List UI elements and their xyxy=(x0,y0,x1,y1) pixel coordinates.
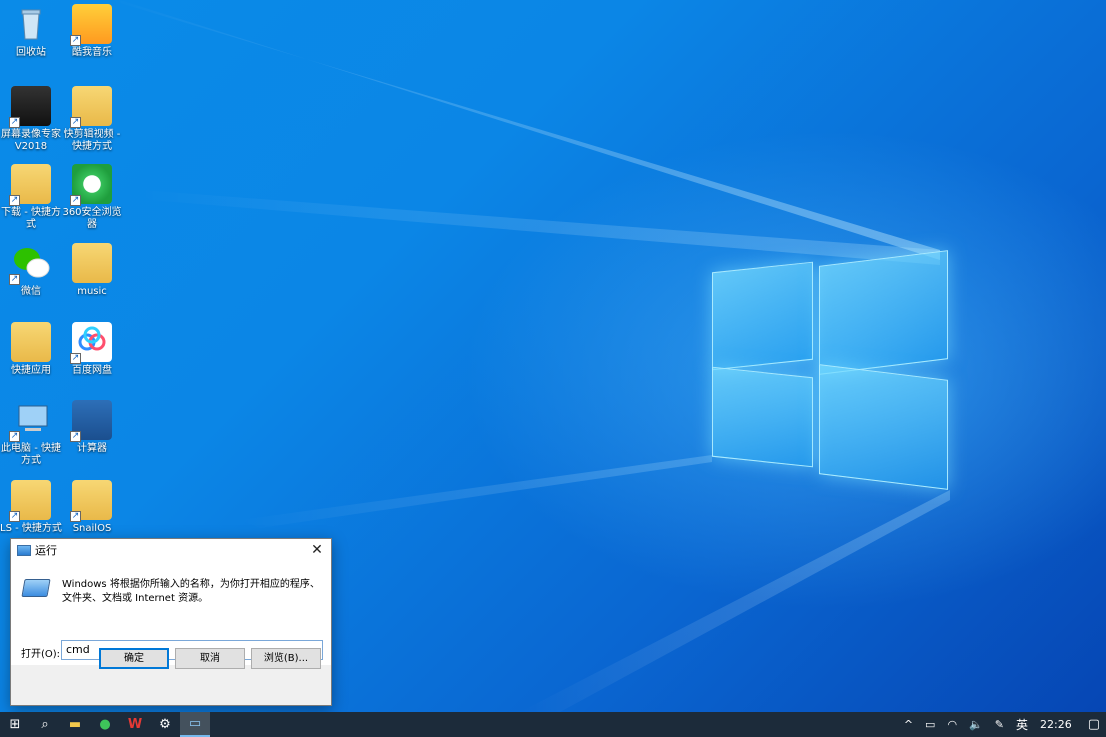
folder-icon: ↗ xyxy=(9,480,51,522)
taskbar-wps[interactable]: W xyxy=(120,712,150,737)
chevron-up-icon[interactable]: ^ xyxy=(904,718,913,731)
kuwo-music-icon: ↗ xyxy=(70,4,112,46)
close-button[interactable]: ✕ xyxy=(303,539,331,561)
desktop-icon-recycle-bin[interactable]: 回收站 xyxy=(0,4,62,59)
wps-icon: W xyxy=(127,717,143,732)
desktop-icon-label: LS - 快捷方式 xyxy=(0,523,62,534)
desktop-icon-label: 此电脑 - 快捷方式 xyxy=(1,443,61,466)
desktop-icon-kuaijianji[interactable]: ↗ 快剪辑视频 - 快捷方式 xyxy=(61,86,123,153)
clock[interactable]: 22:26 xyxy=(1040,718,1072,731)
calculator-icon: ↗ xyxy=(70,400,112,442)
desktop-icon-screen-recorder[interactable]: ↗ 屏幕录像专家 V2018 xyxy=(0,86,62,153)
shortcut-arrow-icon: ↗ xyxy=(9,274,20,285)
shortcut-arrow-icon: ↗ xyxy=(9,195,20,206)
desktop-icon-360-browser[interactable]: ↗ 360安全浏览器 xyxy=(61,164,123,231)
search-icon: ⌕ xyxy=(41,717,49,732)
desktop-icon-label: 下载 - 快捷方式 xyxy=(1,207,61,230)
windows-logo-pane-bottom-right xyxy=(819,364,948,490)
desktop-icon-label: 计算器 xyxy=(77,443,107,454)
folder-icon: ↗ xyxy=(9,164,51,206)
desktop-icon-downloads[interactable]: ↗ 下载 - 快捷方式 xyxy=(0,164,62,231)
desktop-icon-wechat[interactable]: ↗ 微信 xyxy=(0,243,62,298)
desktop-icon-label: 360安全浏览器 xyxy=(62,207,122,230)
windows-logo-pane-top-right xyxy=(819,250,948,375)
notification-icon[interactable]: ▢ xyxy=(1088,717,1100,732)
run-description: Windows 将根据你所输入的名称，为你打开相应的程序、文件夹、文档或 Int… xyxy=(62,579,320,604)
open-label: 打开(O): xyxy=(21,649,61,660)
taskbar: ⊞ ⌕ ▬ ● W ⚙ ▭ ^ ▭ ◠ 🔈 ✎ 英 22:26 ▢ xyxy=(0,712,1106,737)
desktop: 回收站 ↗ 屏幕录像专家 V2018 ↗ 下载 - 快捷方式 ↗ 微信 快捷应用… xyxy=(0,0,1106,712)
volume-icon[interactable]: 🔈 xyxy=(969,718,983,731)
windows-logo-pane-top-left xyxy=(712,261,813,371)
ok-button[interactable]: 确定 xyxy=(99,648,169,669)
screen-recorder-icon: ↗ xyxy=(9,86,51,128)
battery-icon[interactable]: ▭ xyxy=(925,718,935,731)
shortcut-arrow-icon: ↗ xyxy=(70,117,81,128)
desktop-icon-music[interactable]: music xyxy=(61,243,123,298)
desktop-icon-ls[interactable]: ↗ LS - 快捷方式 xyxy=(0,480,62,535)
start-button[interactable]: ⊞ xyxy=(0,712,30,737)
desktop-icon-label: music xyxy=(77,286,107,297)
desktop-icon-label: 酷我音乐 xyxy=(72,47,112,58)
run-dialog-titlebar[interactable]: 运行 ✕ xyxy=(11,539,331,561)
gear-icon: ⚙ xyxy=(159,717,171,732)
desktop-icon-label: 百度网盘 xyxy=(72,365,112,376)
file-explorer-icon: ▬ xyxy=(68,717,82,732)
desktop-icon-label: 回收站 xyxy=(16,47,46,58)
desktop-icon-snailos[interactable]: ↗ SnailOS xyxy=(61,480,123,535)
run-icon: ▭ xyxy=(188,716,202,731)
shortcut-arrow-icon: ↗ xyxy=(70,431,81,442)
cancel-button[interactable]: 取消 xyxy=(175,648,245,669)
desktop-icon-label: 微信 xyxy=(21,286,41,297)
desktop-icon-kuwo-music[interactable]: ↗ 酷我音乐 xyxy=(61,4,123,59)
baidu-netdisk-icon: ↗ xyxy=(70,322,112,364)
wechat-icon: ↗ xyxy=(9,243,51,285)
desktop-icon-label: 快捷应用 xyxy=(11,365,51,376)
browse-button[interactable]: 浏览(B)... xyxy=(251,648,321,669)
taskbar-settings[interactable]: ⚙ xyxy=(150,712,180,737)
taskbar-file-explorer[interactable]: ▬ xyxy=(60,712,90,737)
shortcut-arrow-icon: ↗ xyxy=(9,511,20,522)
run-icon xyxy=(17,544,31,556)
windows-start-icon: ⊞ xyxy=(9,717,21,732)
pen-icon[interactable]: ✎ xyxy=(995,718,1004,731)
folder-icon xyxy=(72,243,112,283)
folder-icon: ↗ xyxy=(70,86,112,128)
shortcut-arrow-icon: ↗ xyxy=(70,353,81,364)
desktop-icon-label: 屏幕录像专家 V2018 xyxy=(1,129,61,152)
run-dialog: 运行 ✕ Windows 将根据你所输入的名称，为你打开相应的程序、文件夹、文档… xyxy=(10,538,332,706)
desktop-icon-this-pc[interactable]: ↗ 此电脑 - 快捷方式 xyxy=(0,400,62,467)
desktop-icon-label: 快剪辑视频 - 快捷方式 xyxy=(63,129,121,152)
desktop-icon-calculator[interactable]: ↗ 计算器 xyxy=(61,400,123,455)
windows-logo-pane-bottom-left xyxy=(712,366,813,468)
folder-icon: ↗ xyxy=(70,480,112,522)
desktop-icon-quick-apps[interactable]: 快捷应用 xyxy=(0,322,62,377)
open-input-value[interactable]: cmd xyxy=(66,643,90,656)
taskbar-360-browser[interactable]: ● xyxy=(90,712,120,737)
desktop-icon-label: SnailOS xyxy=(72,523,112,534)
run-program-icon xyxy=(21,579,51,597)
browser-360-icon: ● xyxy=(99,717,111,732)
shortcut-arrow-icon: ↗ xyxy=(9,117,20,128)
shortcut-arrow-icon: ↗ xyxy=(70,195,81,206)
recycle-bin-icon xyxy=(11,4,51,44)
computer-icon: ↗ xyxy=(9,400,51,442)
shortcut-arrow-icon: ↗ xyxy=(70,35,81,46)
shortcut-arrow-icon: ↗ xyxy=(9,431,20,442)
ime-indicator[interactable]: 英 xyxy=(1016,716,1028,733)
wifi-icon[interactable]: ◠ xyxy=(947,718,957,731)
shortcut-arrow-icon: ↗ xyxy=(70,511,81,522)
browser-360-icon: ↗ xyxy=(70,164,112,206)
folder-icon xyxy=(11,322,51,362)
run-dialog-title: 运行 xyxy=(35,544,57,557)
taskbar-run[interactable]: ▭ xyxy=(180,712,210,737)
search-button[interactable]: ⌕ xyxy=(30,712,60,737)
system-tray: ^ ▭ ◠ 🔈 ✎ 英 22:26 ▢ xyxy=(898,712,1106,737)
desktop-icon-baidu-netdisk[interactable]: ↗ 百度网盘 xyxy=(61,322,123,377)
